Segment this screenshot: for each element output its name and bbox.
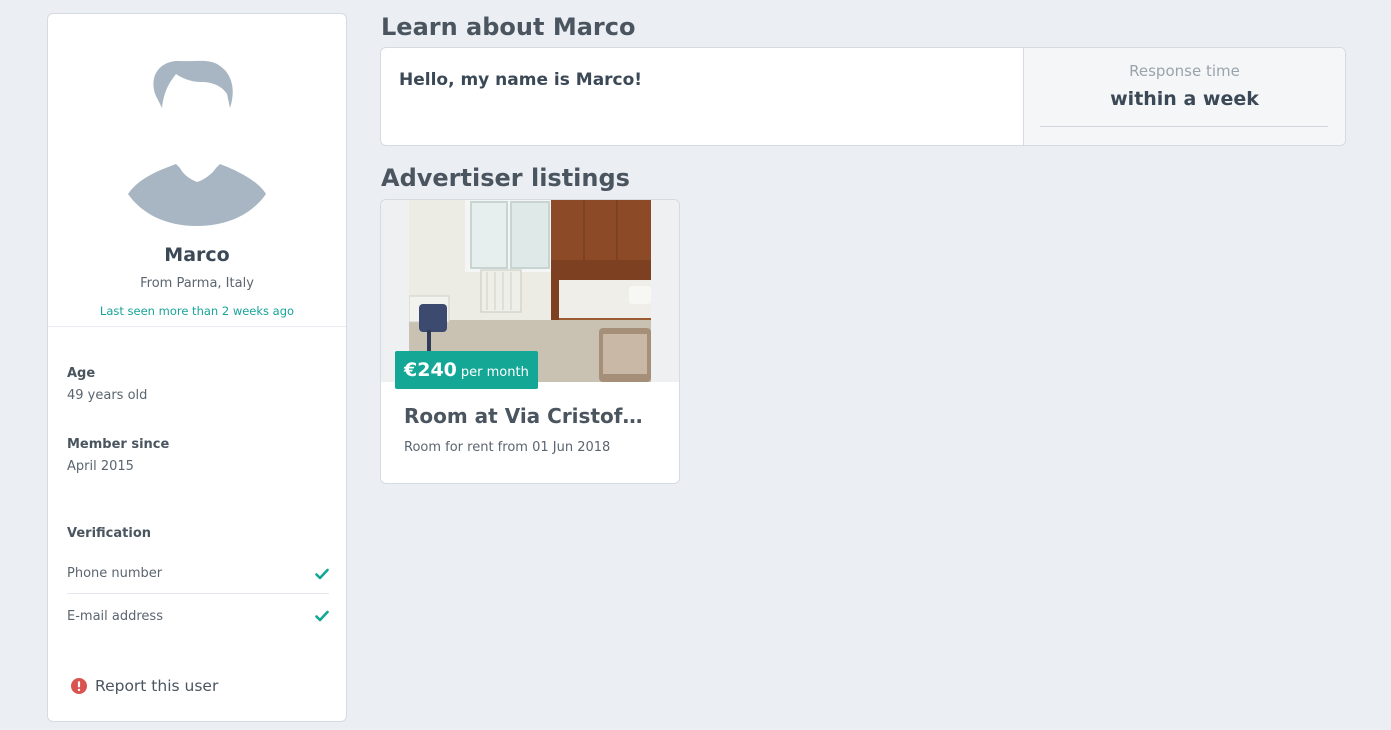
verification-item-label: E-mail address	[67, 608, 163, 624]
check-icon	[315, 610, 329, 622]
member-since-value: April 2015	[67, 459, 134, 474]
listing-title[interactable]: Room at Via Cristof…	[404, 404, 664, 428]
response-divider	[1040, 126, 1328, 127]
report-user-label: Report this user	[95, 677, 219, 695]
exclamation-alert-icon	[71, 678, 87, 694]
profile-card: Marco From Parma, Italy Last seen more t…	[47, 13, 347, 722]
listings-title: Advertiser listings	[381, 164, 630, 192]
response-time-panel: Response time within a week	[1023, 48, 1345, 145]
verification-item-label: Phone number	[67, 566, 163, 581]
about-text: Hello, my name is Marco!	[399, 70, 643, 90]
profile-location: From Parma, Italy	[140, 276, 254, 291]
avatar-placeholder-icon	[128, 60, 266, 226]
listing-subtitle: Room for rent from 01 Jun 2018	[404, 440, 611, 455]
age-value: 49 years old	[67, 388, 148, 403]
price-badge: €240 per month	[395, 351, 538, 389]
member-since-label: Member since	[67, 437, 170, 452]
price-period: per month	[460, 365, 529, 380]
listing-photo[interactable]: €240 per month	[381, 200, 679, 389]
last-seen-status: Last seen more than 2 weeks ago	[99, 304, 295, 318]
profile-name: Marco	[164, 244, 230, 266]
age-label: Age	[67, 366, 96, 381]
about-box: Hello, my name is Marco! Response time w…	[380, 47, 1346, 146]
verification-phone: Phone number	[67, 554, 329, 594]
response-time-value: within a week	[1110, 88, 1259, 110]
card-divider	[48, 326, 346, 327]
listing-card[interactable]: €240 per month Room at Via Cristof… Room…	[380, 199, 680, 484]
check-icon	[315, 568, 329, 579]
report-user-link[interactable]: Report this user	[71, 677, 218, 695]
response-time-label: Response time	[1129, 62, 1240, 80]
verification-email: E-mail address	[67, 596, 329, 636]
price-amount: €240	[404, 359, 457, 381]
about-title: Learn about Marco	[381, 13, 636, 41]
verification-label: Verification	[67, 526, 152, 541]
